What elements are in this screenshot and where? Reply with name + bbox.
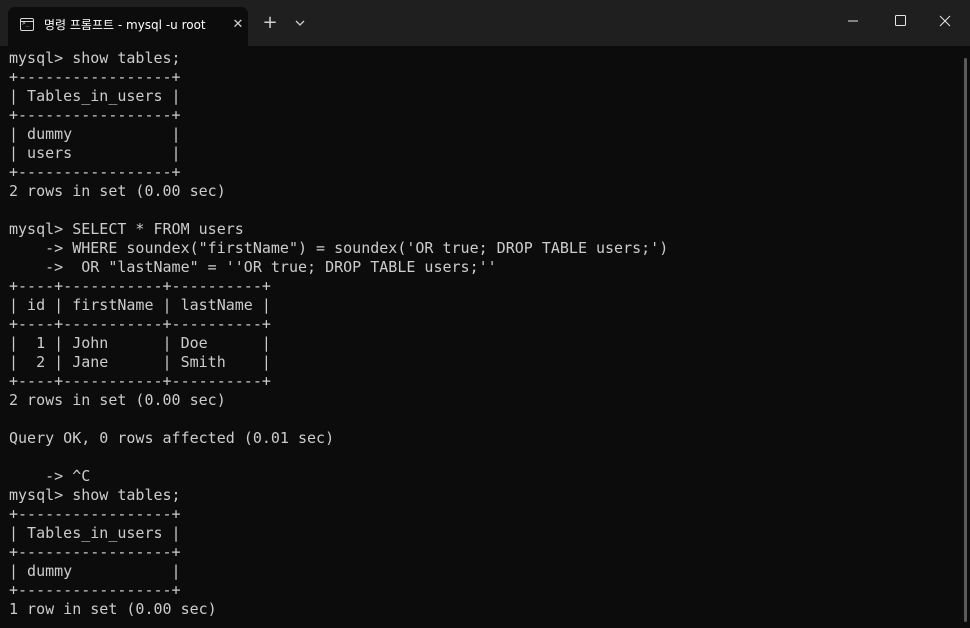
terminal-line: | dummy | bbox=[9, 562, 181, 580]
terminal-line: 2 rows in set (0.00 sec) bbox=[9, 182, 226, 200]
close-window-button[interactable] bbox=[922, 0, 968, 40]
terminal-line: -> OR "lastName" = ''OR true; DROP TABLE… bbox=[9, 258, 497, 276]
terminal-line: | Tables_in_users | bbox=[9, 87, 181, 105]
terminal-line: +-----------------+ bbox=[9, 543, 181, 561]
terminal-line: 2 rows in set (0.00 sec) bbox=[9, 391, 226, 409]
terminal-line: | dummy | bbox=[9, 125, 181, 143]
maximize-icon bbox=[895, 15, 906, 26]
terminal-line: -> ^C bbox=[9, 467, 91, 485]
minimize-icon bbox=[848, 20, 858, 22]
maximize-button[interactable] bbox=[876, 0, 922, 40]
tab-command-prompt[interactable]: 명령 프롬프트 - mysql -u root ✕ bbox=[8, 7, 248, 46]
close-tab-button[interactable]: ✕ bbox=[230, 17, 246, 33]
terminal-line: +----+-----------+----------+ bbox=[9, 372, 271, 390]
terminal-line: | Tables_in_users | bbox=[9, 524, 181, 542]
terminal-line: +-----------------+ bbox=[9, 581, 181, 599]
terminal-line: +-----------------+ bbox=[9, 163, 181, 181]
scrollbar[interactable] bbox=[962, 46, 970, 628]
chevron-down-icon[interactable] bbox=[292, 15, 308, 31]
terminal-output-area[interactable]: mysql> show tables; +-----------------+ | … bbox=[0, 46, 962, 628]
terminal-line: 1 row in set (0.00 sec) bbox=[9, 600, 217, 618]
terminal-line: mysql> SELECT * FROM users bbox=[9, 220, 244, 238]
terminal-line: +----+-----------+----------+ bbox=[9, 277, 271, 295]
terminal-line: | id | firstName | lastName | bbox=[9, 296, 271, 314]
terminal-text: mysql> show tables; +-----------------+ | … bbox=[9, 49, 668, 619]
title-bar[interactable]: 명령 프롬프트 - mysql -u root ✕ + bbox=[0, 0, 970, 46]
close-icon bbox=[939, 15, 951, 27]
terminal-line: +-----------------+ bbox=[9, 505, 181, 523]
terminal-line: | 1 | John | Doe | bbox=[9, 334, 271, 352]
tab-title: 명령 프롬프트 - mysql -u root bbox=[44, 18, 206, 32]
terminal-line: | users | bbox=[9, 144, 181, 162]
terminal-line: +-----------------+ bbox=[9, 106, 181, 124]
terminal-line: Query OK, 0 rows affected (0.01 sec) bbox=[9, 429, 335, 447]
terminal-window: 명령 프롬프트 - mysql -u root ✕ + mys bbox=[0, 0, 970, 628]
scrollbar-thumb[interactable] bbox=[964, 58, 967, 622]
terminal-line: +-----------------+ bbox=[9, 68, 181, 86]
minimize-button[interactable] bbox=[830, 0, 876, 40]
terminal-line: | 2 | Jane | Smith | bbox=[9, 353, 271, 371]
terminal-line: +----+-----------+----------+ bbox=[9, 315, 271, 333]
command-prompt-icon bbox=[20, 18, 34, 31]
terminal-line: mysql> show tables; bbox=[9, 49, 181, 67]
terminal-line: mysql> show tables; bbox=[9, 486, 181, 504]
new-tab-button[interactable]: + bbox=[261, 14, 279, 32]
terminal-line: -> WHERE soundex("firstName") = soundex(… bbox=[9, 239, 669, 257]
